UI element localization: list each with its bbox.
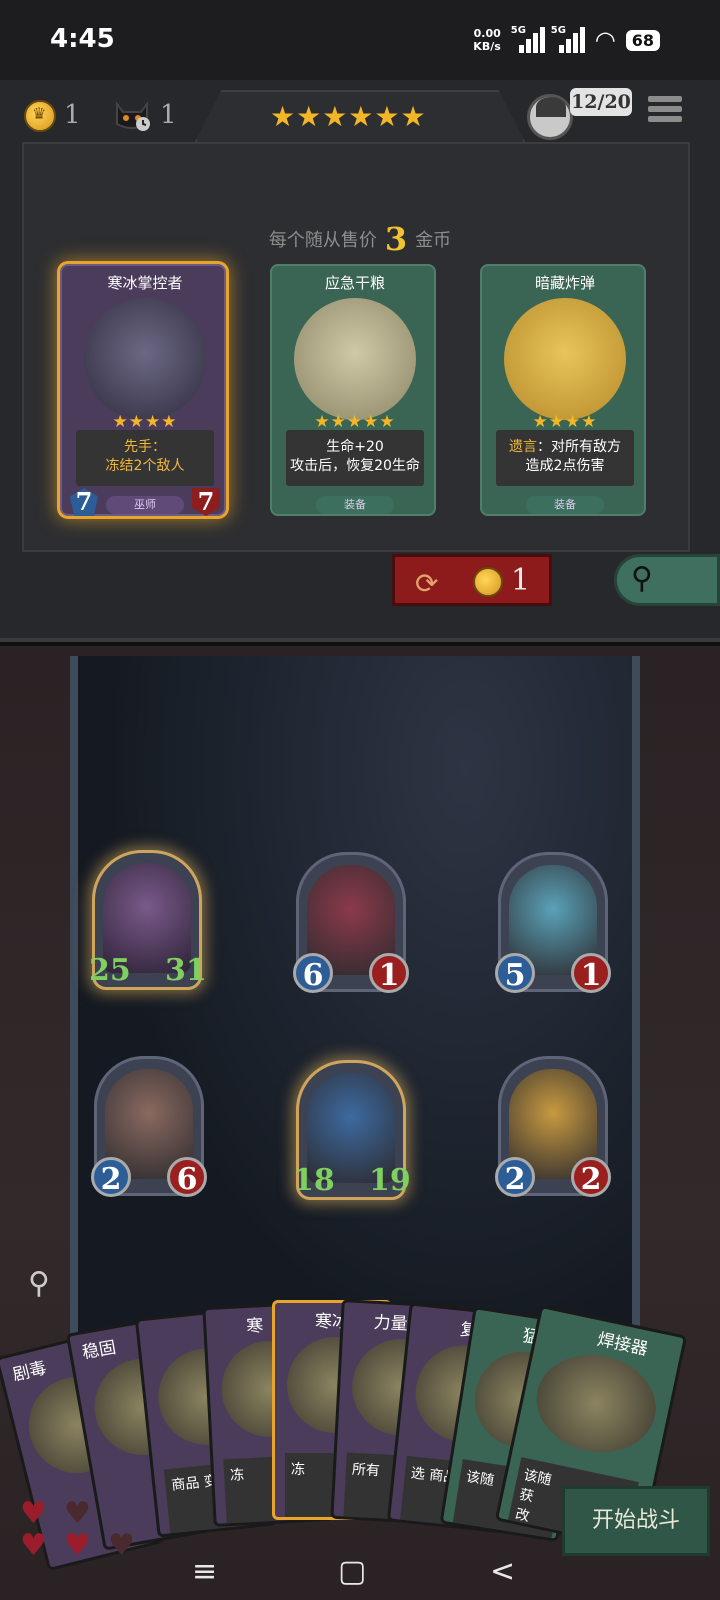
status-bar: 4:45 0.00 KB/s 5G 5G ◠ 68 bbox=[0, 0, 720, 80]
card-attack: 7 bbox=[70, 488, 98, 516]
card-portrait bbox=[504, 298, 626, 420]
shop-topbar: 1 1 ★★★★★★ 12/20 bbox=[0, 80, 720, 142]
cat-timer-icon bbox=[116, 101, 150, 131]
battery-icon: 68 bbox=[625, 29, 660, 51]
wifi-icon: ◠ bbox=[594, 26, 616, 54]
card-description: 生命+20 攻击后，恢复20生命 bbox=[286, 430, 424, 486]
card-tag: 巫师 bbox=[106, 496, 184, 514]
unit-attack: 6 bbox=[293, 953, 333, 993]
board-unit[interactable]: 2 2 bbox=[495, 1056, 611, 1197]
unit-attack: 5 bbox=[495, 953, 535, 993]
status-time: 4:45 bbox=[50, 24, 115, 54]
unit-health: 31 bbox=[165, 953, 207, 988]
heart-icon: ♥ bbox=[64, 1496, 91, 1531]
home-nav-button[interactable]: ▢ bbox=[338, 1554, 366, 1589]
unit-health: 6 bbox=[167, 1157, 207, 1197]
board-unit[interactable]: 2 6 bbox=[91, 1056, 207, 1197]
timer-count: 1 bbox=[160, 100, 177, 130]
board-unit[interactable]: 25 31 bbox=[89, 850, 207, 990]
shop-card-ice-master[interactable]: 寒冰掌控者 ★★★★ 先手： 冻结2个敌人 巫师 7 7 bbox=[60, 264, 226, 516]
search-icon: ⚲ bbox=[631, 561, 653, 596]
refresh-icon: ⟳ bbox=[415, 567, 439, 600]
status-indicators: 0.00 KB/s 5G 5G ◠ 68 bbox=[473, 25, 660, 54]
system-nav-bar: ≡ ▢ < bbox=[0, 1536, 720, 1600]
inspect-search-icon[interactable]: ⚲ bbox=[28, 1266, 66, 1310]
player-count-badge: 12/20 bbox=[570, 88, 632, 116]
gold-coin-icon bbox=[24, 100, 56, 132]
board-unit[interactable]: 5 1 bbox=[495, 852, 611, 993]
card-portrait bbox=[84, 298, 206, 420]
menu-nav-button[interactable]: ≡ bbox=[192, 1554, 217, 1589]
unit-attack: 2 bbox=[91, 1157, 131, 1197]
board-unit[interactable]: 6 1 bbox=[293, 852, 409, 993]
shop-card-hidden-bomb[interactable]: 暗藏炸弹 ★★★★ 遗言：对所有敌方 造成2点伤害 装备 bbox=[480, 264, 646, 516]
gold-coin-icon bbox=[473, 567, 503, 597]
back-nav-button[interactable]: < bbox=[490, 1554, 515, 1589]
gold-count: 1 bbox=[64, 100, 81, 130]
refresh-button[interactable]: ⟳ 1 bbox=[392, 554, 552, 606]
unit-health: 19 bbox=[369, 1163, 411, 1198]
player-avatar[interactable] bbox=[527, 94, 573, 140]
shop-panel: 1 1 ★★★★★★ 12/20 每个随从售价3金币 寒冰掌控者 ★★★★ 先手… bbox=[0, 80, 720, 642]
unit-health: 2 bbox=[571, 1157, 611, 1197]
network-speed: 0.00 KB/s bbox=[473, 27, 501, 53]
refresh-cost: 1 bbox=[511, 563, 531, 598]
signal-icon: 5G bbox=[551, 25, 585, 53]
card-tag: 装备 bbox=[316, 496, 394, 514]
shop-card-emergency-ration[interactable]: 应急干粮 ★★★★★ 生命+20 攻击后，恢复20生命 装备 bbox=[270, 264, 436, 516]
board-unit[interactable]: 18 19 bbox=[293, 1060, 411, 1200]
card-portrait bbox=[294, 298, 416, 420]
unit-attack: 2 bbox=[495, 1157, 535, 1197]
card-description: 先手： 冻结2个敌人 bbox=[76, 430, 214, 486]
unit-health: 1 bbox=[369, 953, 409, 993]
card-description: 遗言：对所有敌方 造成2点伤害 bbox=[496, 430, 634, 486]
card-health: 7 bbox=[192, 488, 220, 516]
unit-attack: 25 bbox=[89, 953, 131, 988]
signal-icon: 5G bbox=[511, 25, 545, 53]
search-button[interactable]: ⚲ bbox=[614, 554, 720, 606]
battlefield bbox=[70, 656, 640, 1396]
unit-health: 1 bbox=[571, 953, 611, 993]
price-info: 每个随从售价 3 金币 bbox=[268, 220, 452, 258]
heart-icon: ♥ bbox=[20, 1496, 47, 1531]
unit-attack: 18 bbox=[293, 1163, 335, 1198]
tier-stars: ★★★★★★ bbox=[270, 100, 427, 133]
menu-button[interactable] bbox=[648, 96, 682, 126]
card-tag: 装备 bbox=[526, 496, 604, 514]
